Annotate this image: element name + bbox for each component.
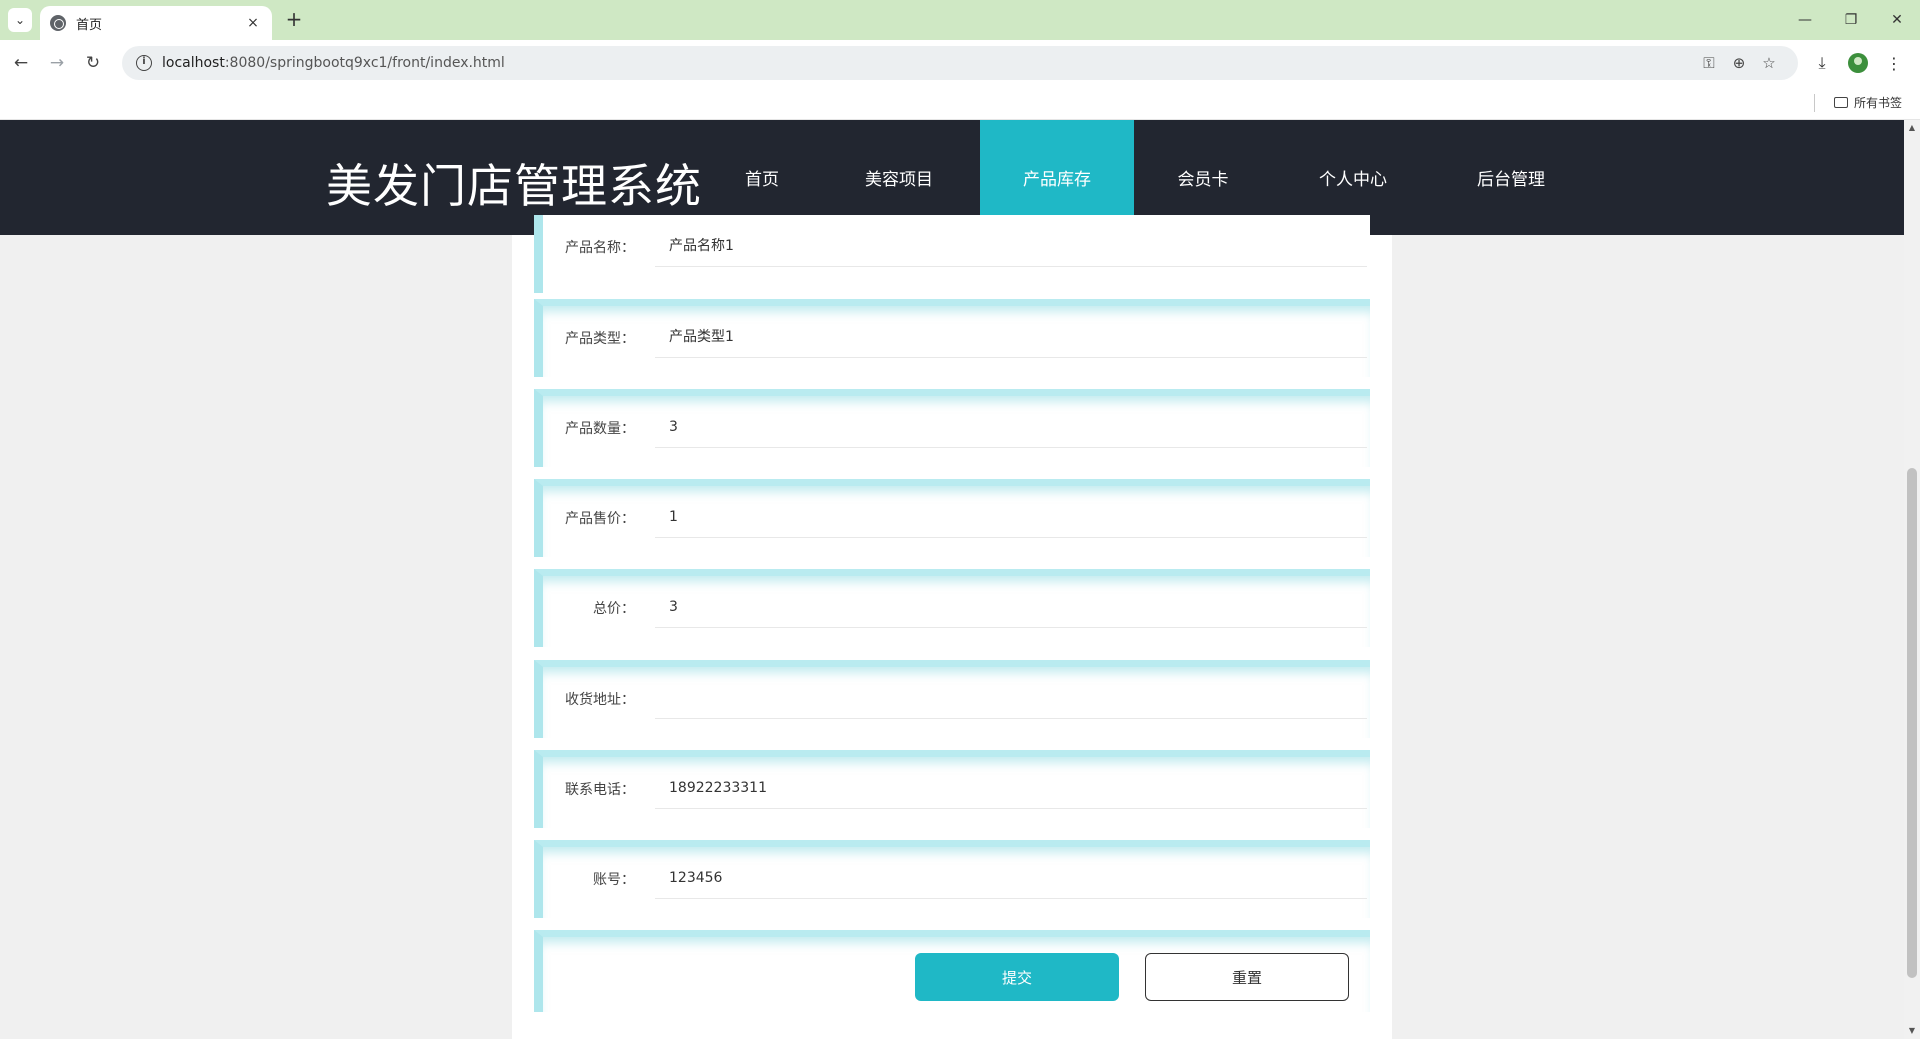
all-bookmarks-button[interactable]: 所有书签 bbox=[1834, 94, 1902, 111]
tab-title: 首页 bbox=[76, 17, 103, 33]
form-row-total-price: 总价： 3 bbox=[534, 569, 1370, 647]
form-row-account: 账号： 123456 bbox=[534, 840, 1370, 918]
reset-button[interactable]: 重置 bbox=[1145, 953, 1349, 1001]
field-label: 联系电话： bbox=[565, 782, 635, 798]
site-title: 美发门店管理系统 bbox=[326, 159, 702, 213]
form-row-actions: 提交 重置 bbox=[534, 930, 1370, 1012]
order-form-card: 产品名称： 产品名称1 产品类型： 产品类型1 产品数量： 3 产品售价： 1 … bbox=[512, 215, 1392, 1039]
close-window-button[interactable]: ✕ bbox=[1874, 0, 1920, 40]
browser-toolbar: ← → ↻ i localhost:8080/springbootq9xc1/f… bbox=[0, 40, 1920, 86]
total-price-field[interactable]: 3 bbox=[655, 598, 1367, 628]
info-icon[interactable]: i bbox=[136, 55, 152, 71]
product-type-field[interactable]: 产品类型1 bbox=[655, 328, 1367, 358]
key-icon[interactable]: ⚿ bbox=[1694, 54, 1724, 72]
product-name-field[interactable]: 产品名称1 bbox=[655, 237, 1367, 267]
product-quantity-field[interactable]: 3 bbox=[655, 418, 1367, 448]
scrollbar-thumb[interactable] bbox=[1907, 468, 1917, 978]
browser-tab-active[interactable]: 首页 × bbox=[40, 6, 272, 40]
url-path: :8080/springbootq9xc1/front/index.html bbox=[224, 55, 505, 71]
field-label: 产品售价： bbox=[565, 511, 635, 527]
globe-icon bbox=[50, 15, 66, 31]
restore-button[interactable]: ❐ bbox=[1828, 0, 1874, 40]
bookmarks-divider bbox=[1814, 94, 1815, 112]
product-price-field[interactable]: 1 bbox=[655, 508, 1367, 538]
profile-button[interactable] bbox=[1840, 50, 1876, 76]
form-row-product-name: 产品名称： 产品名称1 bbox=[534, 215, 1370, 293]
page-scrollbar[interactable]: ▲ ▼ bbox=[1904, 120, 1920, 1039]
chevron-down-icon: ⌄ bbox=[14, 13, 26, 27]
field-label: 收货地址： bbox=[565, 692, 635, 708]
form-row-phone: 联系电话： 18922233311 bbox=[534, 750, 1370, 828]
url-text[interactable]: localhost:8080/springbootq9xc1/front/ind… bbox=[162, 55, 1694, 71]
reload-button[interactable]: ↻ bbox=[80, 50, 106, 76]
form-row-product-price: 产品售价： 1 bbox=[534, 479, 1370, 557]
avatar-icon bbox=[1848, 53, 1868, 73]
phone-field[interactable]: 18922233311 bbox=[655, 779, 1367, 809]
star-icon[interactable]: ☆ bbox=[1754, 54, 1784, 72]
account-field[interactable]: 123456 bbox=[655, 869, 1367, 899]
field-label: 产品数量： bbox=[565, 421, 635, 437]
url-host: localhost bbox=[162, 55, 225, 71]
window-controls: — ❐ ✕ bbox=[1782, 0, 1920, 40]
new-tab-button[interactable]: + bbox=[282, 8, 306, 32]
field-label: 产品类型： bbox=[565, 331, 635, 347]
shipping-address-field[interactable] bbox=[655, 689, 1367, 719]
page-viewport: 美发门店管理系统 首页 美容项目 产品库存 会员卡 个人中心 后台管理 产品名称… bbox=[0, 120, 1904, 1039]
all-bookmarks-label: 所有书签 bbox=[1854, 96, 1903, 110]
nav-item-admin[interactable]: 后台管理 bbox=[1434, 120, 1588, 235]
form-row-product-type: 产品类型： 产品类型1 bbox=[534, 299, 1370, 377]
address-bar[interactable]: i localhost:8080/springbootq9xc1/front/i… bbox=[122, 46, 1798, 80]
minimize-button[interactable]: — bbox=[1782, 0, 1828, 40]
more-menu-icon[interactable]: ⋮ bbox=[1876, 50, 1912, 76]
download-icon[interactable]: ⤓ bbox=[1804, 50, 1840, 76]
field-label: 产品名称： bbox=[565, 240, 635, 256]
bookmarks-bar: 所有书签 bbox=[0, 86, 1920, 120]
field-label: 总价： bbox=[593, 601, 635, 617]
scroll-down-icon[interactable]: ▼ bbox=[1904, 1023, 1920, 1039]
toolbar-right-icons: ⤓ ⋮ bbox=[1804, 50, 1912, 76]
form-row-shipping-address: 收货地址： bbox=[534, 660, 1370, 738]
browser-tab-bar: ⌄ 首页 × + — ❐ ✕ bbox=[0, 0, 1920, 40]
forward-button[interactable]: → bbox=[44, 50, 70, 76]
back-button[interactable]: ← bbox=[8, 50, 34, 76]
scroll-up-icon[interactable]: ▲ bbox=[1904, 120, 1920, 136]
form-row-product-quantity: 产品数量： 3 bbox=[534, 389, 1370, 467]
close-icon[interactable]: × bbox=[244, 15, 262, 31]
field-label: 账号： bbox=[593, 872, 635, 888]
tab-search-button[interactable]: ⌄ bbox=[8, 8, 32, 32]
zoom-icon[interactable]: ⊕ bbox=[1724, 54, 1754, 72]
folder-icon bbox=[1834, 97, 1848, 108]
submit-button[interactable]: 提交 bbox=[915, 953, 1119, 1001]
